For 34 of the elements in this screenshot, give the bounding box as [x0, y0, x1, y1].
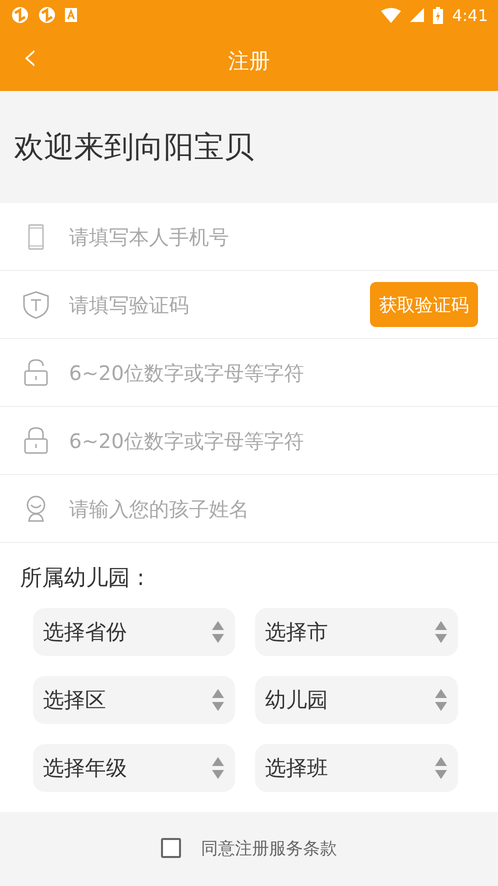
sort-arrows-icon [211, 756, 225, 780]
dropdown-select[interactable]: 选择省份 [33, 608, 235, 656]
signal-icon [410, 8, 424, 22]
input-field[interactable]: 请填写本人手机号 [69, 224, 478, 248]
padlock-icon [24, 427, 48, 454]
input-field[interactable]: 请填写验证码 [69, 292, 370, 316]
welcome-heading: 欢迎来到向阳宝贝 [14, 128, 254, 166]
dropdown-select[interactable]: 选择区 [33, 676, 235, 724]
sort-arrows-icon [211, 688, 225, 712]
app-icon [65, 8, 77, 22]
sync-icon [38, 6, 56, 24]
dropdown-select[interactable]: 选择班 [255, 744, 458, 792]
battery-icon [433, 6, 444, 24]
clock-time: 4:41 [452, 6, 488, 24]
input-field[interactable]: 6~20位数字或字母等字符 [69, 428, 478, 452]
checkbox[interactable] [161, 838, 181, 858]
wifi-icon [381, 8, 402, 22]
sort-arrows-icon [434, 620, 448, 644]
input-field[interactable]: 6~20位数字或字母等字符 [69, 360, 478, 384]
input-field[interactable]: 请输入您的孩子姓名 [69, 496, 478, 520]
dropdown-select[interactable]: 选择年级 [33, 744, 235, 792]
sort-arrows-icon [434, 688, 448, 712]
sort-arrows-icon [211, 620, 225, 644]
kindergarten-label: 所属幼儿园 : [20, 565, 146, 593]
dropdown-select[interactable]: 幼儿园 [255, 676, 458, 724]
dropdown-select[interactable]: 选择市 [255, 608, 458, 656]
shield-icon [23, 290, 49, 318]
sync-icon [11, 6, 29, 24]
unlocked-padlock-icon [24, 359, 48, 386]
page-title: 注册 [228, 48, 270, 74]
terms-label: 同意注册服务条款 [201, 838, 337, 860]
phone-icon [28, 224, 44, 250]
child-icon [26, 495, 46, 522]
sort-arrows-icon [434, 756, 448, 780]
